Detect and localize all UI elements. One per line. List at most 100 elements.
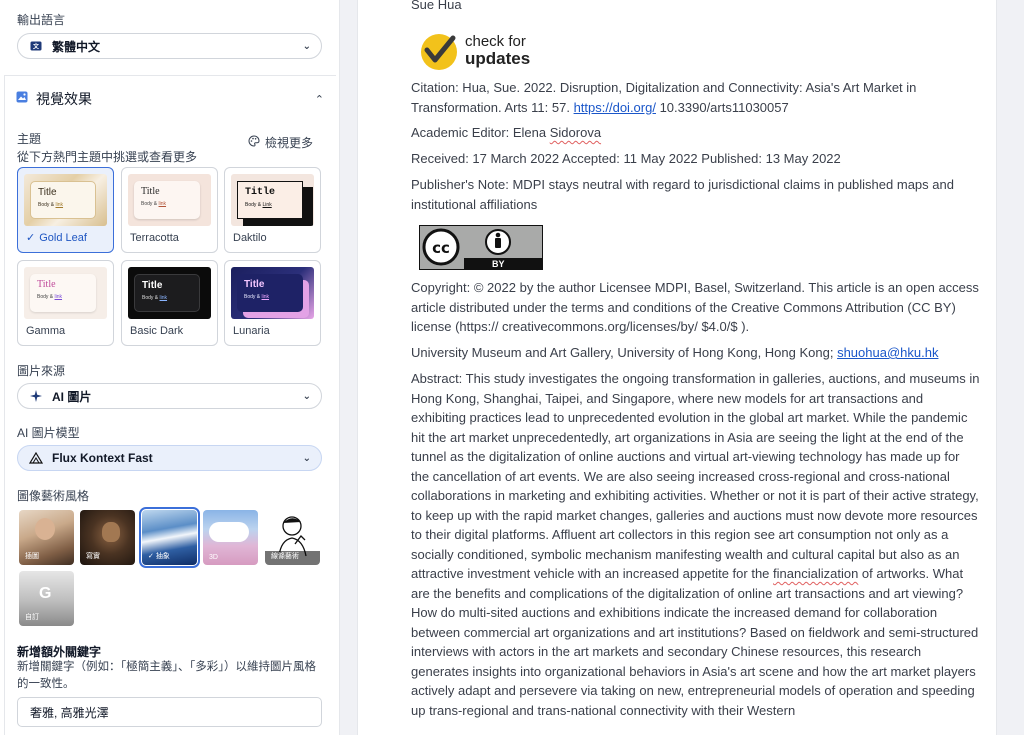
theme-name: Basic Dark bbox=[130, 325, 184, 337]
preview-card: Title Body & link bbox=[30, 274, 96, 312]
cc-by-icon: cc bbox=[422, 228, 542, 270]
check-updates-line1: check for bbox=[465, 33, 526, 50]
editor-prefix: Academic Editor: Elena bbox=[411, 125, 550, 140]
preview-body-text: Body & bbox=[245, 202, 263, 208]
visual-effects-header[interactable]: 視覺效果 ⌃ bbox=[4, 82, 336, 116]
theme-preview: Title Body & link bbox=[231, 267, 314, 319]
output-language-label: 輸出語言 bbox=[17, 13, 66, 27]
theme-card-terracotta[interactable]: Title Body & link Terracotta bbox=[121, 167, 218, 253]
theme-card-lunaria[interactable]: Title Body & link Lunaria bbox=[224, 260, 321, 346]
theme-preview: Title Body & link bbox=[128, 174, 211, 226]
section-border bbox=[4, 75, 5, 735]
citation: Citation: Hua, Sue. 2022. Disruption, Di… bbox=[411, 78, 981, 117]
author-email-link[interactable]: shuohua@hku.hk bbox=[837, 345, 938, 360]
theme-card-daktilo[interactable]: Title Body & Link Daktilo bbox=[224, 167, 321, 253]
chevron-down-icon: ⌄ bbox=[302, 390, 311, 402]
art-style-illustration[interactable]: 插圖 bbox=[19, 510, 74, 565]
preview-body-text: Body & bbox=[38, 202, 56, 208]
theme-name: Daktilo bbox=[233, 232, 267, 244]
abstract-flagged-word: financialization bbox=[773, 566, 859, 581]
theme-preview: Title Body & link bbox=[24, 267, 107, 319]
preview-card: Title Body & link bbox=[134, 181, 200, 219]
abstract: Abstract: This study investigates the on… bbox=[411, 369, 981, 720]
art-style-3d[interactable]: 3D bbox=[203, 510, 258, 565]
preview-link: link bbox=[261, 294, 270, 300]
svg-text:cc: cc bbox=[432, 239, 450, 257]
preview-body: Body & link bbox=[141, 201, 193, 207]
preview-title: Title bbox=[244, 279, 265, 290]
art-style-realistic[interactable]: 寫實 bbox=[80, 510, 135, 565]
preview-body: Body & link bbox=[244, 294, 296, 300]
check-icon: ✓ bbox=[26, 232, 36, 244]
preview-title: Title bbox=[38, 187, 57, 198]
theme-name-text: Gold Leaf bbox=[39, 232, 87, 244]
flux-logo-icon bbox=[28, 452, 44, 464]
affiliation-text: University Museum and Art Gallery, Unive… bbox=[411, 345, 838, 360]
check-updates-icon bbox=[421, 34, 457, 70]
palette-icon bbox=[248, 135, 260, 150]
output-language-select[interactable]: 文 繁體中文 ⌄ bbox=[17, 33, 322, 59]
view-more-label: 檢視更多 bbox=[265, 136, 314, 150]
author-name: Sue Hua bbox=[411, 0, 462, 12]
publisher-note: Publisher's Note: MDPI stays neutral wit… bbox=[411, 177, 954, 212]
preview-body: Body & link bbox=[38, 202, 88, 208]
check-for-updates-badge[interactable]: check for updates bbox=[419, 32, 549, 72]
extra-keywords-input[interactable]: 奢雅, 高雅光澤 bbox=[17, 697, 322, 727]
art-style-caption: 線條藝術 bbox=[271, 553, 299, 560]
citation-doi: 10.3390/arts11030057 bbox=[655, 99, 789, 115]
cc-by-license-badge[interactable]: cc BY bbox=[419, 225, 543, 270]
theme-sublabel: 從下方熱門主題中挑選或查看更多 bbox=[17, 150, 198, 164]
preview-body: Body & link bbox=[142, 295, 192, 301]
sparkle-icon bbox=[28, 390, 44, 402]
document-preview: Sue Hua check for updates Citation: Hua,… bbox=[357, 0, 997, 735]
extra-keywords-value: 奢雅, 高雅光澤 bbox=[30, 705, 109, 720]
language-icon: 文 bbox=[28, 41, 44, 51]
theme-card-gold-leaf[interactable]: Title Body & link ✓ Gold Leaf bbox=[17, 167, 114, 253]
chevron-down-icon: ⌄ bbox=[302, 452, 311, 464]
extra-keywords-label: 新增額外關鍵字 bbox=[17, 645, 102, 659]
theme-card-basic-dark[interactable]: Title Body & link Basic Dark bbox=[121, 260, 218, 346]
preview-body: Body & link bbox=[37, 294, 89, 300]
illustration-figure bbox=[35, 518, 55, 540]
theme-name: Gamma bbox=[26, 325, 66, 337]
svg-text:文: 文 bbox=[32, 43, 40, 51]
image-source-value: AI 圖片 bbox=[52, 389, 92, 404]
image-icon bbox=[16, 90, 28, 108]
preview-card: Title Body & link bbox=[30, 181, 96, 219]
affiliation: University Museum and Art Gallery, Unive… bbox=[411, 343, 981, 363]
theme-card-gamma[interactable]: Title Body & link Gamma bbox=[17, 260, 114, 346]
preview-body-text: Body & bbox=[244, 294, 262, 300]
image-source-label: 圖片來源 bbox=[17, 364, 66, 378]
publication-dates: Received: 17 March 2022 Accepted: 11 May… bbox=[411, 151, 841, 166]
preview-title: Title bbox=[142, 280, 163, 291]
doi-link[interactable]: https://doi.org/ bbox=[574, 100, 656, 115]
chevron-down-icon: ⌄ bbox=[302, 40, 311, 52]
art-style-abstract[interactable]: ✓ 抽象 bbox=[139, 507, 200, 568]
view-more-themes-button[interactable]: 檢視更多 bbox=[248, 134, 313, 151]
preview-card: Title Body & Link bbox=[237, 181, 303, 219]
preview-body-text: Body & bbox=[142, 295, 160, 301]
art-style-caption: ✓ 抽象 bbox=[148, 551, 170, 561]
image-source-select[interactable]: AI 圖片 ⌄ bbox=[17, 383, 322, 409]
art-style-line-art[interactable]: 線條藝術 bbox=[265, 510, 320, 565]
check-updates-line2: updates bbox=[465, 49, 531, 68]
art-style-caption: 插圖 bbox=[25, 553, 39, 560]
art-style-caption-text: 抽象 bbox=[155, 553, 170, 560]
art-style-label: 圖像藝術風格 bbox=[17, 489, 90, 503]
abstract-text-2: of artworks. What are the benefits and c… bbox=[411, 566, 979, 718]
art-style-caption: 3D bbox=[209, 554, 218, 561]
ai-model-label: AI 圖片模型 bbox=[17, 426, 80, 440]
divider bbox=[4, 75, 336, 76]
cc-by-label: BY bbox=[492, 259, 505, 269]
output-language-value: 繁體中文 bbox=[52, 39, 101, 54]
theme-preview: Title Body & link bbox=[128, 267, 211, 319]
ai-model-select[interactable]: Flux Kontext Fast ⌄ bbox=[17, 445, 322, 471]
preview-card: Title Body & link bbox=[237, 274, 303, 312]
preview-link: link bbox=[159, 295, 168, 301]
preview-link: Link bbox=[262, 202, 272, 208]
art-style-custom[interactable]: G 自訂 bbox=[19, 571, 74, 626]
preview-card: Title Body & link bbox=[134, 274, 200, 312]
academic-editor: Academic Editor: Elena Sidorova bbox=[411, 123, 981, 143]
theme-name: Terracotta bbox=[130, 232, 179, 244]
ai-model-value: Flux Kontext Fast bbox=[52, 451, 153, 465]
